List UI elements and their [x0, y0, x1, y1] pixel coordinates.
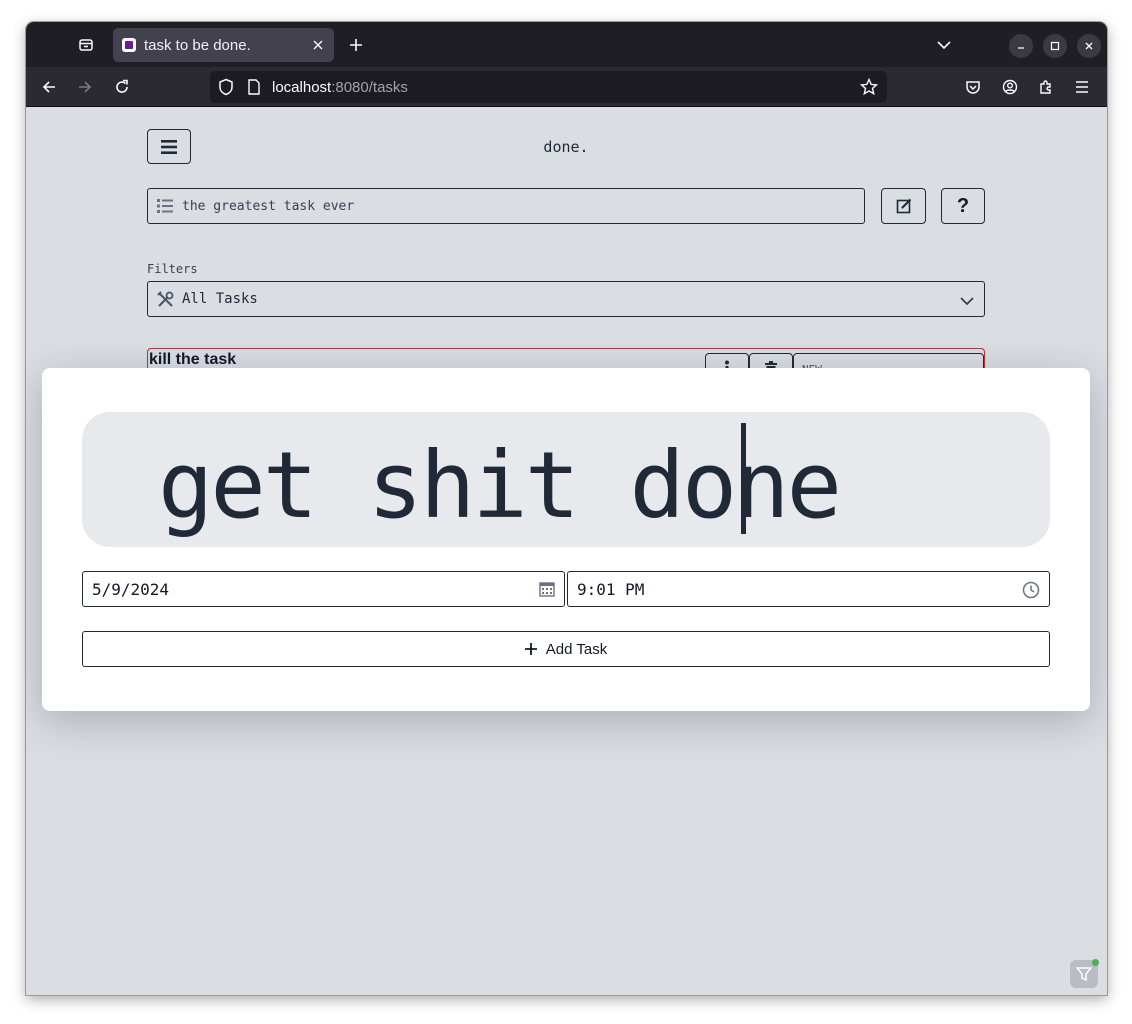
date-input[interactable]: 5/9/2024	[82, 571, 565, 607]
page-info-icon[interactable]	[247, 79, 261, 99]
edit-icon	[896, 198, 911, 214]
date-value: 5/9/2024	[92, 579, 170, 599]
chevron-down-icon	[937, 41, 951, 50]
add-task-button[interactable]: Add Task	[82, 631, 1050, 667]
url-host: localhost	[272, 79, 332, 96]
url-bar[interactable]: localhost:8080/tasks	[210, 71, 887, 103]
clock-icon[interactable]	[1022, 581, 1040, 603]
url-text[interactable]: localhost:8080/tasks	[272, 79, 408, 96]
tab-close-button[interactable]	[308, 35, 328, 55]
shield-icon[interactable]	[218, 78, 234, 100]
url-path: :8080/tasks	[331, 79, 408, 96]
task-title-input[interactable]: get shit done	[82, 412, 1050, 547]
navigation-toolbar: localhost:8080/tasks	[26, 67, 1107, 107]
reload-icon	[116, 79, 128, 93]
extensions-button[interactable]	[1031, 72, 1061, 102]
calendar-icon[interactable]	[539, 581, 555, 601]
task-title-value: get shit done	[158, 432, 842, 539]
plus-icon	[524, 643, 537, 655]
puzzle-icon	[1040, 80, 1051, 94]
extension-widget-button[interactable]	[1070, 959, 1099, 988]
tab-title: task to be done.	[144, 36, 251, 54]
list-icon	[157, 198, 173, 218]
reload-button[interactable]	[107, 72, 137, 102]
app-title: done.	[543, 138, 589, 156]
firefox-view-button[interactable]	[71, 30, 101, 60]
account-icon	[1002, 79, 1018, 95]
funnel-check-icon	[1076, 967, 1092, 982]
maximize-button[interactable]	[1043, 34, 1067, 58]
new-tab-button[interactable]	[341, 30, 371, 60]
text-caret	[741, 423, 746, 534]
time-value: 9:01 PM	[577, 579, 645, 599]
filters-selected-value: All Tasks	[182, 291, 258, 307]
add-task-modal: get shit done 5/9/2024 9:01 PM Add Task	[42, 368, 1090, 711]
chevron-down-icon	[960, 294, 974, 310]
help-button[interactable]: ?	[941, 188, 985, 224]
browser-window: task to be done. localhost:8080/tasks do…	[26, 22, 1107, 995]
app-menu-button[interactable]	[1067, 72, 1097, 102]
hamburger-icon	[1076, 81, 1088, 93]
pocket-button[interactable]	[958, 72, 988, 102]
minimize-icon	[1018, 47, 1024, 49]
account-button[interactable]	[995, 72, 1025, 102]
filters-select[interactable]: All Tasks	[147, 281, 985, 317]
list-all-tabs-button[interactable]	[929, 30, 959, 60]
tab-bar: task to be done.	[26, 22, 1107, 67]
task-name: kill the task	[149, 351, 237, 368]
bookmark-star-icon[interactable]	[859, 77, 879, 100]
task-input[interactable]: the greatest task ever	[147, 188, 865, 224]
filters-label: Filters	[147, 262, 198, 276]
arrow-left-icon	[42, 81, 55, 93]
edit-task-button[interactable]	[881, 188, 926, 224]
hamburger-icon	[161, 139, 177, 154]
time-input[interactable]: 9:01 PM	[567, 571, 1050, 607]
app-favicon-icon	[122, 38, 136, 52]
close-icon	[1085, 42, 1093, 50]
tools-icon	[157, 291, 174, 312]
notification-dot	[1092, 959, 1099, 966]
arrow-right-icon	[79, 81, 92, 93]
window-close-button[interactable]	[1077, 34, 1101, 58]
back-button[interactable]	[34, 72, 64, 102]
minimize-button[interactable]	[1009, 34, 1033, 58]
firefox-view-icon	[79, 39, 93, 51]
task-input-value: the greatest task ever	[182, 198, 355, 214]
menu-button[interactable]	[147, 129, 191, 164]
pocket-icon	[966, 81, 980, 94]
maximize-icon	[1050, 41, 1060, 51]
forward-button[interactable]	[70, 72, 100, 102]
tab-active[interactable]: task to be done.	[113, 28, 334, 62]
add-task-label: Add Task	[545, 640, 608, 658]
page-content: done. the greatest task ever ? Filters A…	[26, 108, 1107, 995]
close-icon	[313, 40, 323, 50]
plus-icon	[350, 39, 362, 51]
